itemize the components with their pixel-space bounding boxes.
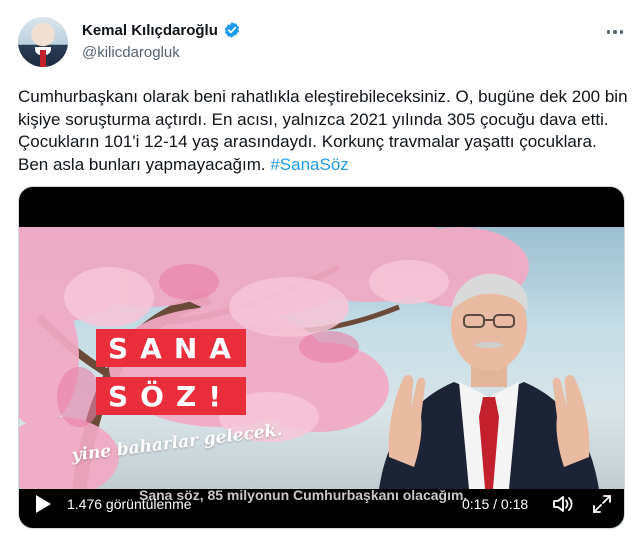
video-frame[interactable]: SANA SÖZ! yine baharlar gelecek. <box>19 227 624 489</box>
speaker-figure <box>379 273 599 489</box>
video-time: 0:15 / 0:18 <box>462 496 529 512</box>
volume-icon[interactable] <box>552 494 574 514</box>
more-options-icon[interactable] <box>602 22 628 42</box>
play-icon[interactable] <box>33 493 53 515</box>
avatar[interactable] <box>18 17 68 67</box>
tweet-text: Cumhurbaşkanı olarak beni rahatlıkla ele… <box>18 86 628 176</box>
video-player[interactable]: SANA SÖZ! yine baharlar gelecek. Sana sö… <box>18 186 625 529</box>
author-display-name[interactable]: Kemal Kılıçdaroğlu <box>82 22 218 39</box>
tweet-card: Kemal Kılıçdaroğlu @kilicdarogluk Cumhur… <box>0 0 643 543</box>
author-handle[interactable]: @kilicdarogluk <box>82 44 180 61</box>
overlay-sana: SANA <box>96 329 246 367</box>
author-name-row: Kemal Kılıçdaroğlu <box>82 21 241 39</box>
video-controls: 1.476 görüntülenme 0:15 / 0:18 <box>19 487 624 521</box>
fullscreen-icon[interactable] <box>592 494 612 514</box>
verified-badge-icon <box>224 22 239 38</box>
avatar-tie <box>40 50 46 67</box>
hashtag-link[interactable]: #SanaSöz <box>270 155 348 174</box>
view-count: 1.476 görüntülenme <box>67 496 192 512</box>
overlay-soz: SÖZ! <box>96 377 246 415</box>
